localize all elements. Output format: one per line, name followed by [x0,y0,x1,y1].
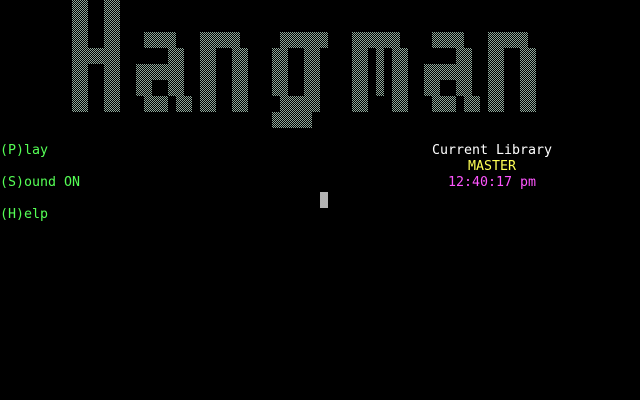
logo-letter-g [272,32,328,128]
menu-play-option[interactable]: (P)lay [0,143,48,159]
logo-letter-h [72,0,120,112]
menu-help-option[interactable]: (H)elp [0,207,48,223]
game-screen: (P)lay (S)ound ON (H)elp Current Library… [0,0,640,400]
logo-letter-n [200,32,248,112]
logo-letter-a [136,32,192,112]
logo-letter-m [352,32,408,112]
current-library-label: Current Library [431,143,553,158]
text-cursor [320,192,328,208]
menu-sound-toggle[interactable]: (S)ound ON [0,175,80,191]
clock-display: 12:40:17 pm [447,175,537,190]
hangman-title-logo [72,0,536,128]
library-name: MASTER [467,159,517,174]
hangman-logo-letters [72,0,536,128]
logo-letter-a2 [424,32,480,112]
logo-letter-n2 [488,32,536,112]
